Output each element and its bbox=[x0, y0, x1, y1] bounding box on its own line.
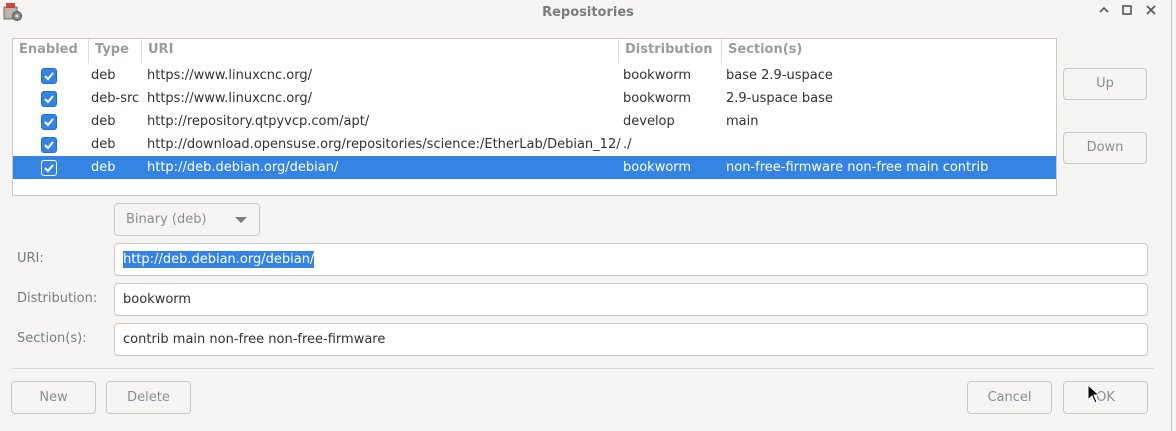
maximize-icon[interactable] bbox=[1118, 4, 1136, 22]
table-row[interactable]: deb http://download.opensuse.org/reposito… bbox=[13, 133, 1056, 156]
enabled-checkbox[interactable] bbox=[41, 68, 57, 84]
table-row[interactable]: deb http://deb.debian.org/debian/bookworm… bbox=[13, 156, 1056, 179]
chevron-down-icon bbox=[235, 217, 247, 223]
enabled-checkbox[interactable] bbox=[41, 160, 57, 176]
cell-distribution: bookworm bbox=[623, 91, 692, 106]
cancel-button[interactable]: Cancel bbox=[967, 381, 1052, 414]
ok-button[interactable]: OK bbox=[1063, 381, 1148, 414]
uri-field[interactable]: http://deb.debian.org/debian/ bbox=[114, 243, 1148, 276]
cell-uri: https://www.linuxcnc.org/ bbox=[147, 68, 312, 83]
title-bar: Repositories bbox=[0, 0, 1176, 26]
sections-label: Section(s): bbox=[17, 331, 87, 346]
sections-field[interactable]: contrib main non-free non-free-firmware bbox=[114, 323, 1148, 356]
table-row[interactable]: deb-src https://www.linuxcnc.org/bookworm… bbox=[13, 87, 1056, 110]
cell-distribution: bookworm bbox=[623, 68, 692, 83]
cell-type: deb bbox=[91, 68, 116, 83]
type-dropdown-value: Binary (deb) bbox=[126, 212, 207, 227]
window-border bbox=[1171, 0, 1172, 431]
cell-uri: http://repository.qtpyvcp.com/apt/ bbox=[147, 114, 370, 129]
column-header-distribution[interactable]: Distribution bbox=[619, 39, 722, 63]
cell-sections: main bbox=[726, 114, 759, 129]
minimize-icon[interactable] bbox=[1095, 4, 1113, 22]
table-row[interactable]: deb http://repository.qtpyvcp.com/apt/dev… bbox=[13, 110, 1056, 133]
cell-distribution: bookworm bbox=[623, 160, 692, 175]
enabled-checkbox[interactable] bbox=[41, 114, 57, 130]
uri-label: URI: bbox=[17, 251, 44, 266]
sections-field-value: contrib main non-free non-free-firmware bbox=[123, 332, 386, 347]
enabled-checkbox[interactable] bbox=[41, 137, 57, 153]
repositories-table[interactable]: Enabled Type URI Distribution Section(s)… bbox=[12, 38, 1057, 196]
distribution-label: Distribution: bbox=[17, 291, 98, 306]
checkmark-icon bbox=[44, 118, 54, 127]
column-header-sections[interactable]: Section(s) bbox=[722, 39, 1052, 63]
table-row[interactable]: deb https://www.linuxcnc.org/bookworm base… bbox=[13, 64, 1056, 87]
cell-type: deb bbox=[91, 160, 116, 175]
cell-sections: base 2.9-uspace bbox=[726, 68, 833, 83]
checkmark-icon bbox=[44, 141, 54, 150]
new-button[interactable]: New bbox=[11, 381, 96, 414]
window-title: Repositories bbox=[542, 5, 634, 20]
cell-type: deb bbox=[91, 137, 116, 152]
cell-distribution: ./ bbox=[623, 137, 632, 152]
cell-sections: 2.9-uspace base bbox=[726, 91, 833, 106]
table-header: Enabled Type URI Distribution Section(s) bbox=[13, 39, 1056, 63]
cell-type: deb-src bbox=[91, 91, 140, 106]
close-icon[interactable] bbox=[1142, 4, 1160, 22]
up-button[interactable]: Up bbox=[1063, 68, 1147, 100]
enabled-checkbox[interactable] bbox=[41, 91, 57, 107]
cell-uri: https://www.linuxcnc.org/ bbox=[147, 91, 312, 106]
column-header-type[interactable]: Type bbox=[89, 39, 142, 63]
checkmark-icon bbox=[44, 72, 54, 81]
distribution-field-value: bookworm bbox=[123, 292, 192, 307]
down-button[interactable]: Down bbox=[1063, 132, 1147, 164]
cell-distribution: develop bbox=[623, 114, 675, 129]
type-dropdown[interactable]: Binary (deb) bbox=[114, 203, 260, 236]
distribution-field[interactable]: bookworm bbox=[114, 283, 1148, 316]
mouse-pointer-icon bbox=[1087, 384, 1101, 404]
column-header-uri[interactable]: URI bbox=[142, 39, 619, 63]
uri-field-value: http://deb.debian.org/debian/ bbox=[123, 251, 315, 268]
checkmark-icon bbox=[44, 164, 54, 173]
cell-sections: non-free-firmware non-free main contrib bbox=[726, 160, 989, 175]
delete-button[interactable]: Delete bbox=[106, 381, 191, 414]
separator bbox=[12, 368, 1154, 369]
checkmark-icon bbox=[44, 95, 54, 104]
cell-uri: http://download.opensuse.org/repositorie… bbox=[147, 137, 621, 152]
cell-uri: http://deb.debian.org/debian/ bbox=[147, 160, 339, 175]
cell-type: deb bbox=[91, 114, 116, 129]
column-header-enabled[interactable]: Enabled bbox=[13, 39, 89, 63]
